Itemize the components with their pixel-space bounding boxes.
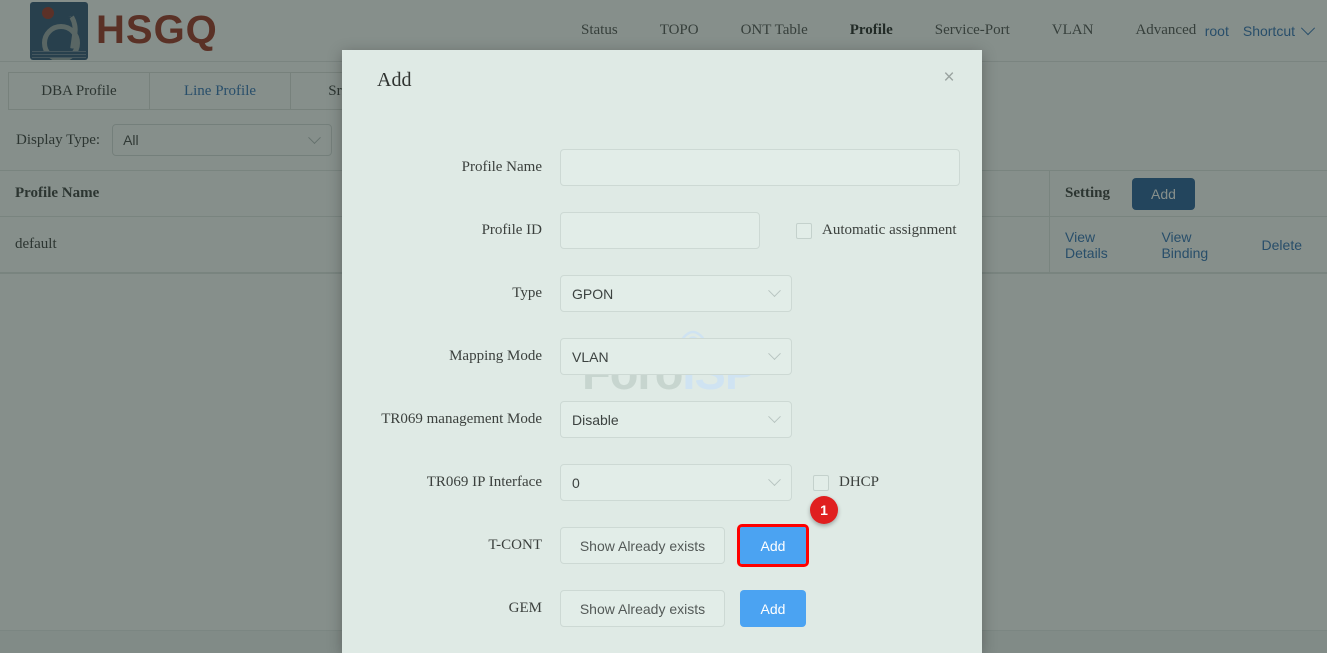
gem-show-existing-button[interactable]: Show Already exists: [560, 590, 725, 627]
tr069-ip-interface-label: TR069 IP Interface: [426, 474, 542, 490]
form-row-type: Type GPON: [342, 262, 982, 325]
form-row-profile-id: Profile ID Automatic assignment: [342, 199, 982, 262]
mapping-mode-label: Mapping Mode: [449, 348, 542, 364]
chevron-down-icon: [768, 284, 781, 298]
add-profile-form: Profile Name Profile ID Automatic assign…: [342, 136, 982, 640]
mapping-mode-select[interactable]: VLAN: [560, 338, 792, 375]
form-row-tr069-ip-interface: TR069 IP Interface 0 DHCP: [342, 451, 982, 514]
checkbox-box-icon: [796, 222, 812, 239]
form-row-gem: GEM Show Already exists Add: [342, 577, 982, 640]
chevron-down-icon: [768, 410, 781, 424]
form-row-mapping-mode: Mapping Mode VLAN: [342, 325, 982, 388]
tcont-label: T-CONT: [488, 537, 542, 553]
tr069-management-mode-select[interactable]: Disable: [560, 401, 792, 438]
dhcp-label: DHCP: [839, 474, 880, 490]
tcont-show-existing-button[interactable]: Show Already exists: [560, 527, 725, 564]
type-select[interactable]: GPON: [560, 275, 792, 312]
chevron-down-icon: [768, 347, 781, 361]
checkbox-box-icon: [813, 474, 829, 491]
add-line-profile-dialog: Add × ForoISP Profile Name Profile ID Au…: [342, 50, 982, 653]
gem-add-button[interactable]: Add: [740, 590, 806, 627]
profile-name-label: Profile Name: [461, 159, 542, 175]
form-row-profile-name: Profile Name: [342, 136, 982, 199]
type-value: GPON: [572, 285, 614, 302]
profile-name-input[interactable]: [560, 149, 960, 186]
tcont-add-button[interactable]: Add: [737, 524, 809, 567]
profile-id-label: Profile ID: [481, 222, 542, 238]
dialog-title: Add: [377, 69, 412, 91]
dhcp-checkbox[interactable]: DHCP: [813, 474, 879, 491]
profile-id-input[interactable]: [560, 212, 760, 249]
close-icon[interactable]: ×: [938, 67, 960, 89]
automatic-assignment-checkbox[interactable]: Automatic assignment: [796, 222, 957, 239]
chevron-down-icon: [768, 473, 781, 487]
type-label: Type: [512, 285, 542, 301]
tr069-management-mode-label: TR069 management Mode: [381, 411, 542, 427]
automatic-assignment-label: Automatic assignment: [822, 222, 957, 238]
step-badge-1: 1: [810, 496, 838, 524]
tr069-ip-interface-value: 0: [572, 474, 580, 491]
gem-label: GEM: [508, 600, 542, 616]
tr069-ip-interface-select[interactable]: 0: [560, 464, 792, 501]
tr069-management-mode-value: Disable: [572, 411, 619, 428]
mapping-mode-value: VLAN: [572, 348, 609, 365]
form-row-tr069-management-mode: TR069 management Mode Disable: [342, 388, 982, 451]
form-row-tcont: T-CONT Show Already exists Add 1: [342, 496, 982, 577]
